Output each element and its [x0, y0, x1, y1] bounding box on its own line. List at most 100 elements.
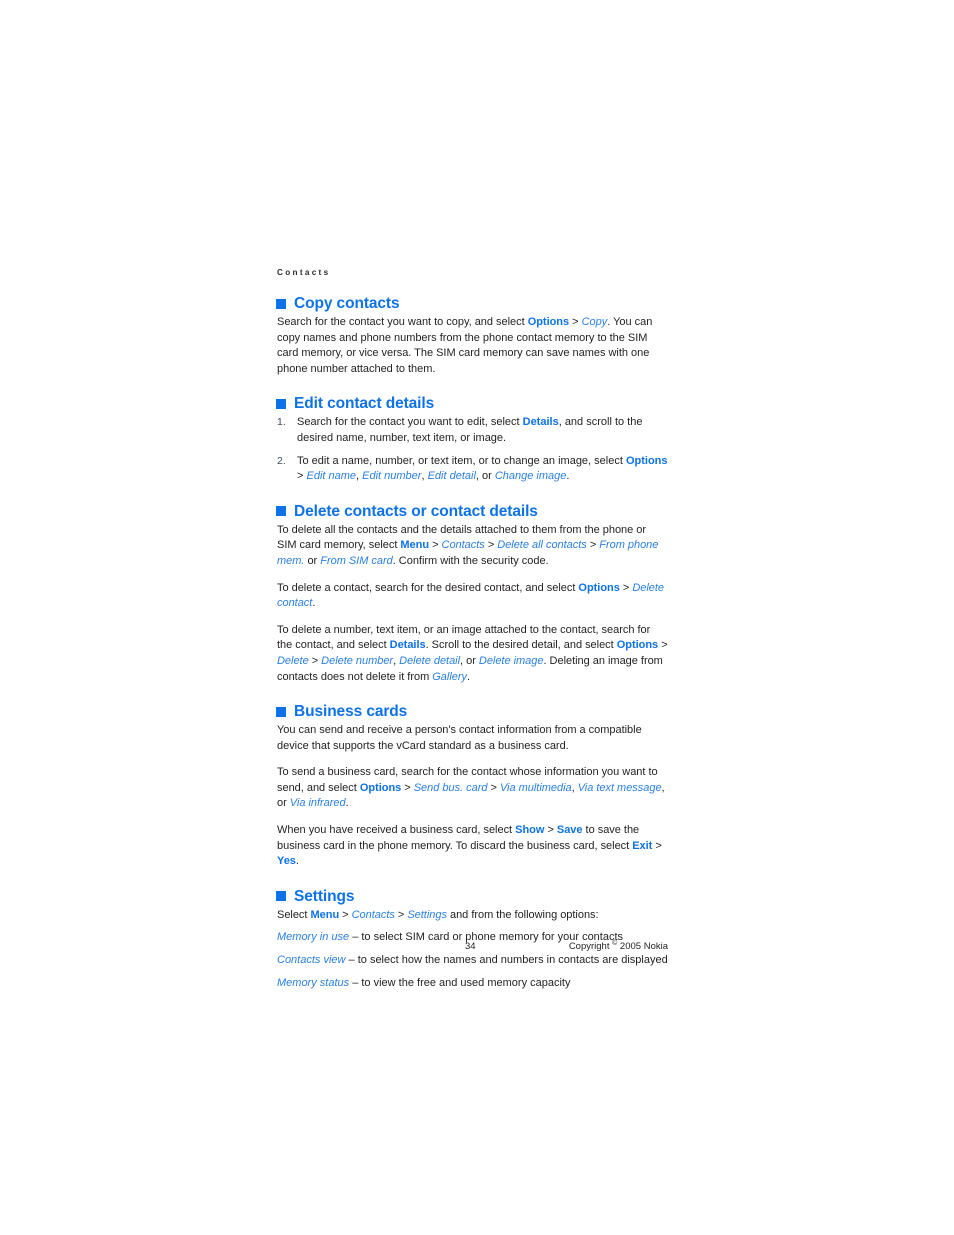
numbered-step-item: 1. Search for the contact you want to edi… — [277, 415, 668, 446]
ui-command-label: Details — [389, 639, 426, 652]
copyright-suffix: 2005 Nokia — [617, 941, 668, 952]
ui-menu-item-label: Contacts — [441, 539, 485, 552]
section-delete-contacts-or-contact-details: Delete contacts or contact details To del… — [276, 502, 668, 685]
step-text: To edit a name, number, or text item, or… — [297, 454, 668, 485]
ui-menu-item-label: Delete image — [478, 654, 544, 667]
path-separator: > — [652, 839, 662, 852]
copyright-notice: Copyright © 2005 Nokia — [568, 940, 668, 953]
ui-command-label: Options — [616, 639, 659, 652]
body-paragraph: Search for the contact you want to copy,… — [277, 315, 668, 377]
ui-menu-item-label: Copy — [581, 316, 608, 328]
step-text: Search for the contact you want to edit,… — [297, 415, 668, 446]
ui-menu-item-label: Contacts — [351, 908, 395, 921]
body-text-run: , or — [460, 654, 479, 667]
ui-menu-item-label: Delete — [277, 654, 309, 667]
section-heading-copy-contacts: Copy contacts — [276, 294, 668, 313]
ui-command-label: Options — [578, 581, 620, 594]
ui-menu-item-label: Edit name — [306, 470, 357, 483]
section-heading-label: Settings — [294, 887, 355, 905]
ui-command-label: Yes — [277, 855, 296, 868]
running-head: Contacts — [277, 268, 331, 277]
ui-command-label: Options — [359, 781, 402, 794]
body-paragraph: Select Menu > Contacts > Settings and fr… — [277, 908, 668, 924]
body-text-run: . — [312, 597, 316, 610]
ui-command-label: Menu — [400, 539, 430, 552]
ui-command-label: Exit — [632, 839, 653, 852]
ui-menu-item-label: Change image — [494, 470, 567, 483]
ui-command-label: Options — [625, 454, 668, 467]
body-text-run: – to select how the names and numbers in… — [345, 954, 668, 967]
ui-menu-item-label: Memory in use — [277, 931, 350, 944]
path-separator: > — [544, 824, 557, 837]
ui-command-label: Save — [556, 824, 583, 837]
step-number: 1. — [277, 416, 286, 429]
body-paragraph: To delete a number, text item, or an ima… — [277, 623, 668, 685]
ui-menu-item-label: Memory status — [277, 976, 350, 989]
body-text-run: . — [566, 470, 570, 483]
copyright-prefix: Copyright — [568, 941, 613, 952]
body-text-run: – to view the free and used memory capac… — [349, 976, 571, 989]
ui-menu-item-label: Via text message — [577, 781, 662, 794]
body-paragraph: To delete all the contacts and the detai… — [277, 523, 668, 570]
path-separator: > — [401, 781, 414, 794]
ui-menu-item-label: Contacts view — [277, 954, 346, 967]
section-heading-label: Edit contact details — [294, 395, 435, 413]
ui-command-label: Details — [522, 416, 559, 429]
body-paragraph: To delete a contact, search for the desi… — [277, 581, 668, 612]
body-paragraph: You can send and receive a person's cont… — [277, 723, 668, 754]
sections-container: Copy contacts Search for the contact you … — [276, 294, 668, 992]
body-text-run: Select — [277, 908, 311, 921]
section-business-cards: Business cards You can send and receive a… — [276, 702, 668, 870]
setting-option-line: Contacts view – to select how the names … — [277, 953, 668, 969]
section-heading-delete-contacts-or-contact-details: Delete contacts or contact details — [276, 502, 668, 521]
body-text-run: , or — [475, 470, 495, 483]
section-copy-contacts: Copy contacts Search for the contact you … — [276, 294, 668, 377]
document-page: Contacts Copy contacts Search for the con… — [276, 268, 668, 992]
section-heading-edit-contact-details: Edit contact details — [276, 394, 668, 413]
ui-menu-item-label: Gallery — [432, 670, 467, 683]
section-settings: Settings Select Menu > Contacts > Setting… — [276, 887, 668, 992]
ui-menu-item-label: Settings — [407, 908, 447, 921]
body-text-run: To delete a contact, search for the desi… — [277, 581, 579, 594]
square-bullet-icon — [276, 298, 286, 309]
body-text-run: . Scroll to the desired detail, and sele… — [425, 639, 617, 652]
numbered-step-item: 2. To edit a name, number, or text item, … — [277, 454, 668, 485]
section-heading-settings: Settings — [276, 887, 668, 906]
ui-command-label: Show — [515, 824, 545, 837]
setting-option-line: Memory status – to view the free and use… — [277, 976, 668, 992]
square-bullet-icon — [276, 706, 286, 717]
ui-menu-item-label: Delete all contacts — [497, 539, 587, 552]
body-paragraph: To send a business card, search for the … — [277, 765, 668, 812]
ui-menu-item-label: Delete detail — [399, 654, 461, 667]
ui-menu-item-label: Delete number — [321, 654, 394, 667]
body-text-run: To edit a name, number, or text item, or… — [297, 454, 626, 467]
square-bullet-icon — [276, 506, 286, 517]
square-bullet-icon — [276, 398, 286, 409]
path-separator: > — [484, 539, 498, 552]
section-heading-business-cards: Business cards — [276, 702, 668, 721]
path-separator: > — [308, 654, 322, 667]
section-edit-contact-details: Edit contact details 1. Search for the con… — [276, 394, 668, 484]
section-heading-label: Delete contacts or contact details — [294, 502, 538, 520]
body-text-run: . — [466, 670, 471, 683]
body-text-run: and from the following options: — [446, 908, 599, 921]
ui-menu-item-label: From SIM card — [320, 554, 393, 567]
path-separator: > — [586, 539, 600, 552]
section-heading-label: Copy contacts — [294, 295, 400, 312]
ui-menu-item-label: Edit number — [362, 470, 422, 483]
square-bullet-icon — [276, 891, 286, 902]
path-separator: > — [429, 539, 442, 552]
path-separator: > — [658, 639, 668, 652]
numbered-step-list: 1. Search for the contact you want to edi… — [277, 415, 668, 484]
body-text-run: . — [345, 797, 349, 810]
path-separator: > — [487, 781, 500, 794]
body-text-run: . Confirm with the security code. — [392, 554, 549, 567]
ui-menu-item-label: Edit detail — [427, 470, 476, 483]
path-separator: > — [569, 316, 582, 328]
ui-menu-item-label: Via infrared — [289, 797, 346, 810]
ui-command-label: Menu — [310, 908, 340, 921]
path-separator: > — [339, 908, 352, 921]
body-paragraph: When you have received a business card, … — [277, 823, 668, 870]
body-text-run: Search for the contact you want to edit,… — [297, 416, 523, 429]
path-separator: > — [394, 908, 408, 921]
